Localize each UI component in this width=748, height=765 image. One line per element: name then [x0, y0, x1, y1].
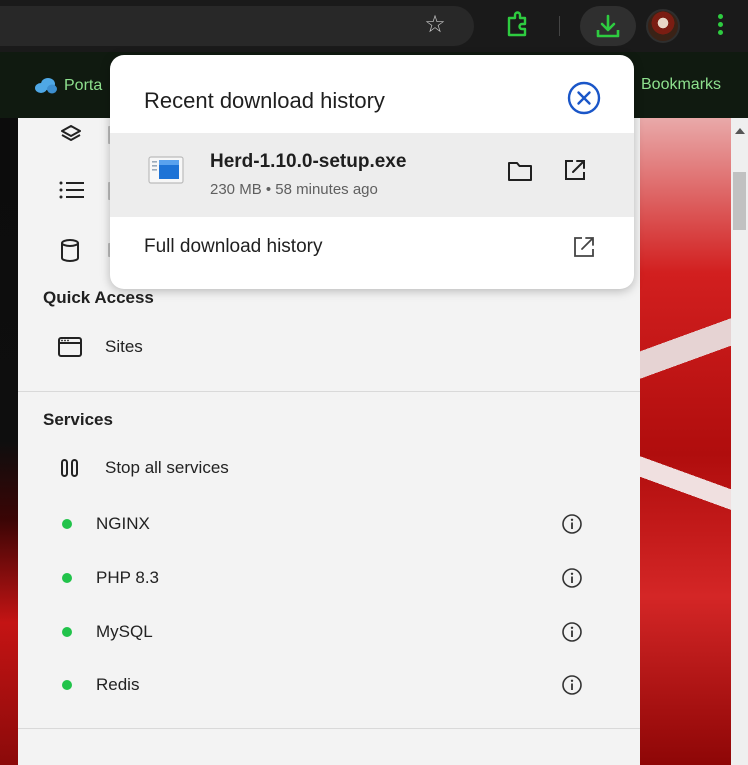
service-row-mysql[interactable]: MySQL — [43, 615, 613, 649]
background-left — [0, 118, 18, 765]
star-icon[interactable]: ☆ — [420, 10, 450, 40]
service-row-nginx[interactable]: NGINX — [43, 507, 613, 541]
layers-icon — [61, 125, 81, 141]
downloads-button[interactable] — [580, 6, 636, 46]
bookmark-cloud-icon — [35, 78, 57, 94]
service-label: PHP 8.3 — [96, 568, 160, 587]
section-divider — [18, 391, 640, 392]
download-file-name[interactable]: Herd-1.10.0-setup.exe — [210, 151, 406, 173]
pause-icon — [55, 457, 85, 479]
info-icon[interactable] — [561, 513, 583, 535]
exe-file-icon — [148, 156, 184, 184]
status-running-dot — [62, 627, 72, 637]
services-title: Services — [43, 410, 113, 429]
toolbar-divider — [559, 16, 560, 36]
scrollbar-thumb[interactable] — [733, 172, 746, 230]
browser-window-icon — [55, 335, 85, 359]
popup-title: Recent download history — [144, 88, 385, 113]
nav-item-list[interactable] — [58, 177, 116, 207]
bookmark-label: Porta — [64, 77, 103, 94]
nav-item-layers[interactable] — [58, 122, 116, 152]
download-icon — [596, 14, 620, 38]
scroll-up-arrow[interactable] — [735, 128, 745, 134]
full-download-history-link[interactable]: Full download history — [144, 236, 322, 258]
service-label: MySQL — [96, 622, 153, 641]
nav-item-database[interactable] — [58, 238, 116, 268]
open-external-icon[interactable] — [571, 234, 597, 260]
folder-icon[interactable] — [506, 159, 534, 183]
service-label: Redis — [96, 675, 140, 694]
section-divider — [18, 728, 640, 729]
list-icon — [59, 181, 84, 199]
status-running-dot — [62, 519, 72, 529]
quick-access-item-sites[interactable]: Sites — [43, 330, 613, 364]
status-running-dot — [62, 680, 72, 690]
menu-icon[interactable] — [713, 12, 727, 40]
profile-avatar[interactable] — [646, 9, 680, 43]
database-icon — [61, 239, 79, 262]
quick-access-title: Quick Access — [43, 288, 154, 307]
browser-toolbar: ☆ — [0, 0, 748, 52]
stop-all-services-button[interactable]: Stop all services — [43, 451, 613, 485]
info-icon[interactable] — [561, 674, 583, 696]
info-icon[interactable] — [561, 621, 583, 643]
download-history-popup: Recent download history Herd-1.10.0-setu… — [110, 55, 634, 289]
service-label: NGINX — [96, 514, 150, 533]
close-icon[interactable] — [567, 81, 601, 115]
stop-all-label: Stop all services — [105, 458, 229, 477]
sites-label: Sites — [105, 337, 143, 356]
bookmark-portal[interactable]: Porta — [34, 76, 102, 96]
address-bar[interactable] — [0, 6, 474, 46]
status-running-dot — [62, 573, 72, 583]
open-external-icon[interactable] — [562, 157, 588, 183]
extensions-icon[interactable] — [500, 8, 534, 42]
service-row-redis[interactable]: Redis — [43, 668, 613, 702]
download-item[interactable]: Herd-1.10.0-setup.exe 230 MB • 58 minute… — [110, 133, 634, 217]
bookmarks-folder[interactable]: Bookmarks — [641, 76, 721, 94]
service-row-php[interactable]: PHP 8.3 — [43, 561, 613, 595]
download-file-meta: 230 MB • 58 minutes ago — [210, 181, 378, 198]
info-icon[interactable] — [561, 567, 583, 589]
